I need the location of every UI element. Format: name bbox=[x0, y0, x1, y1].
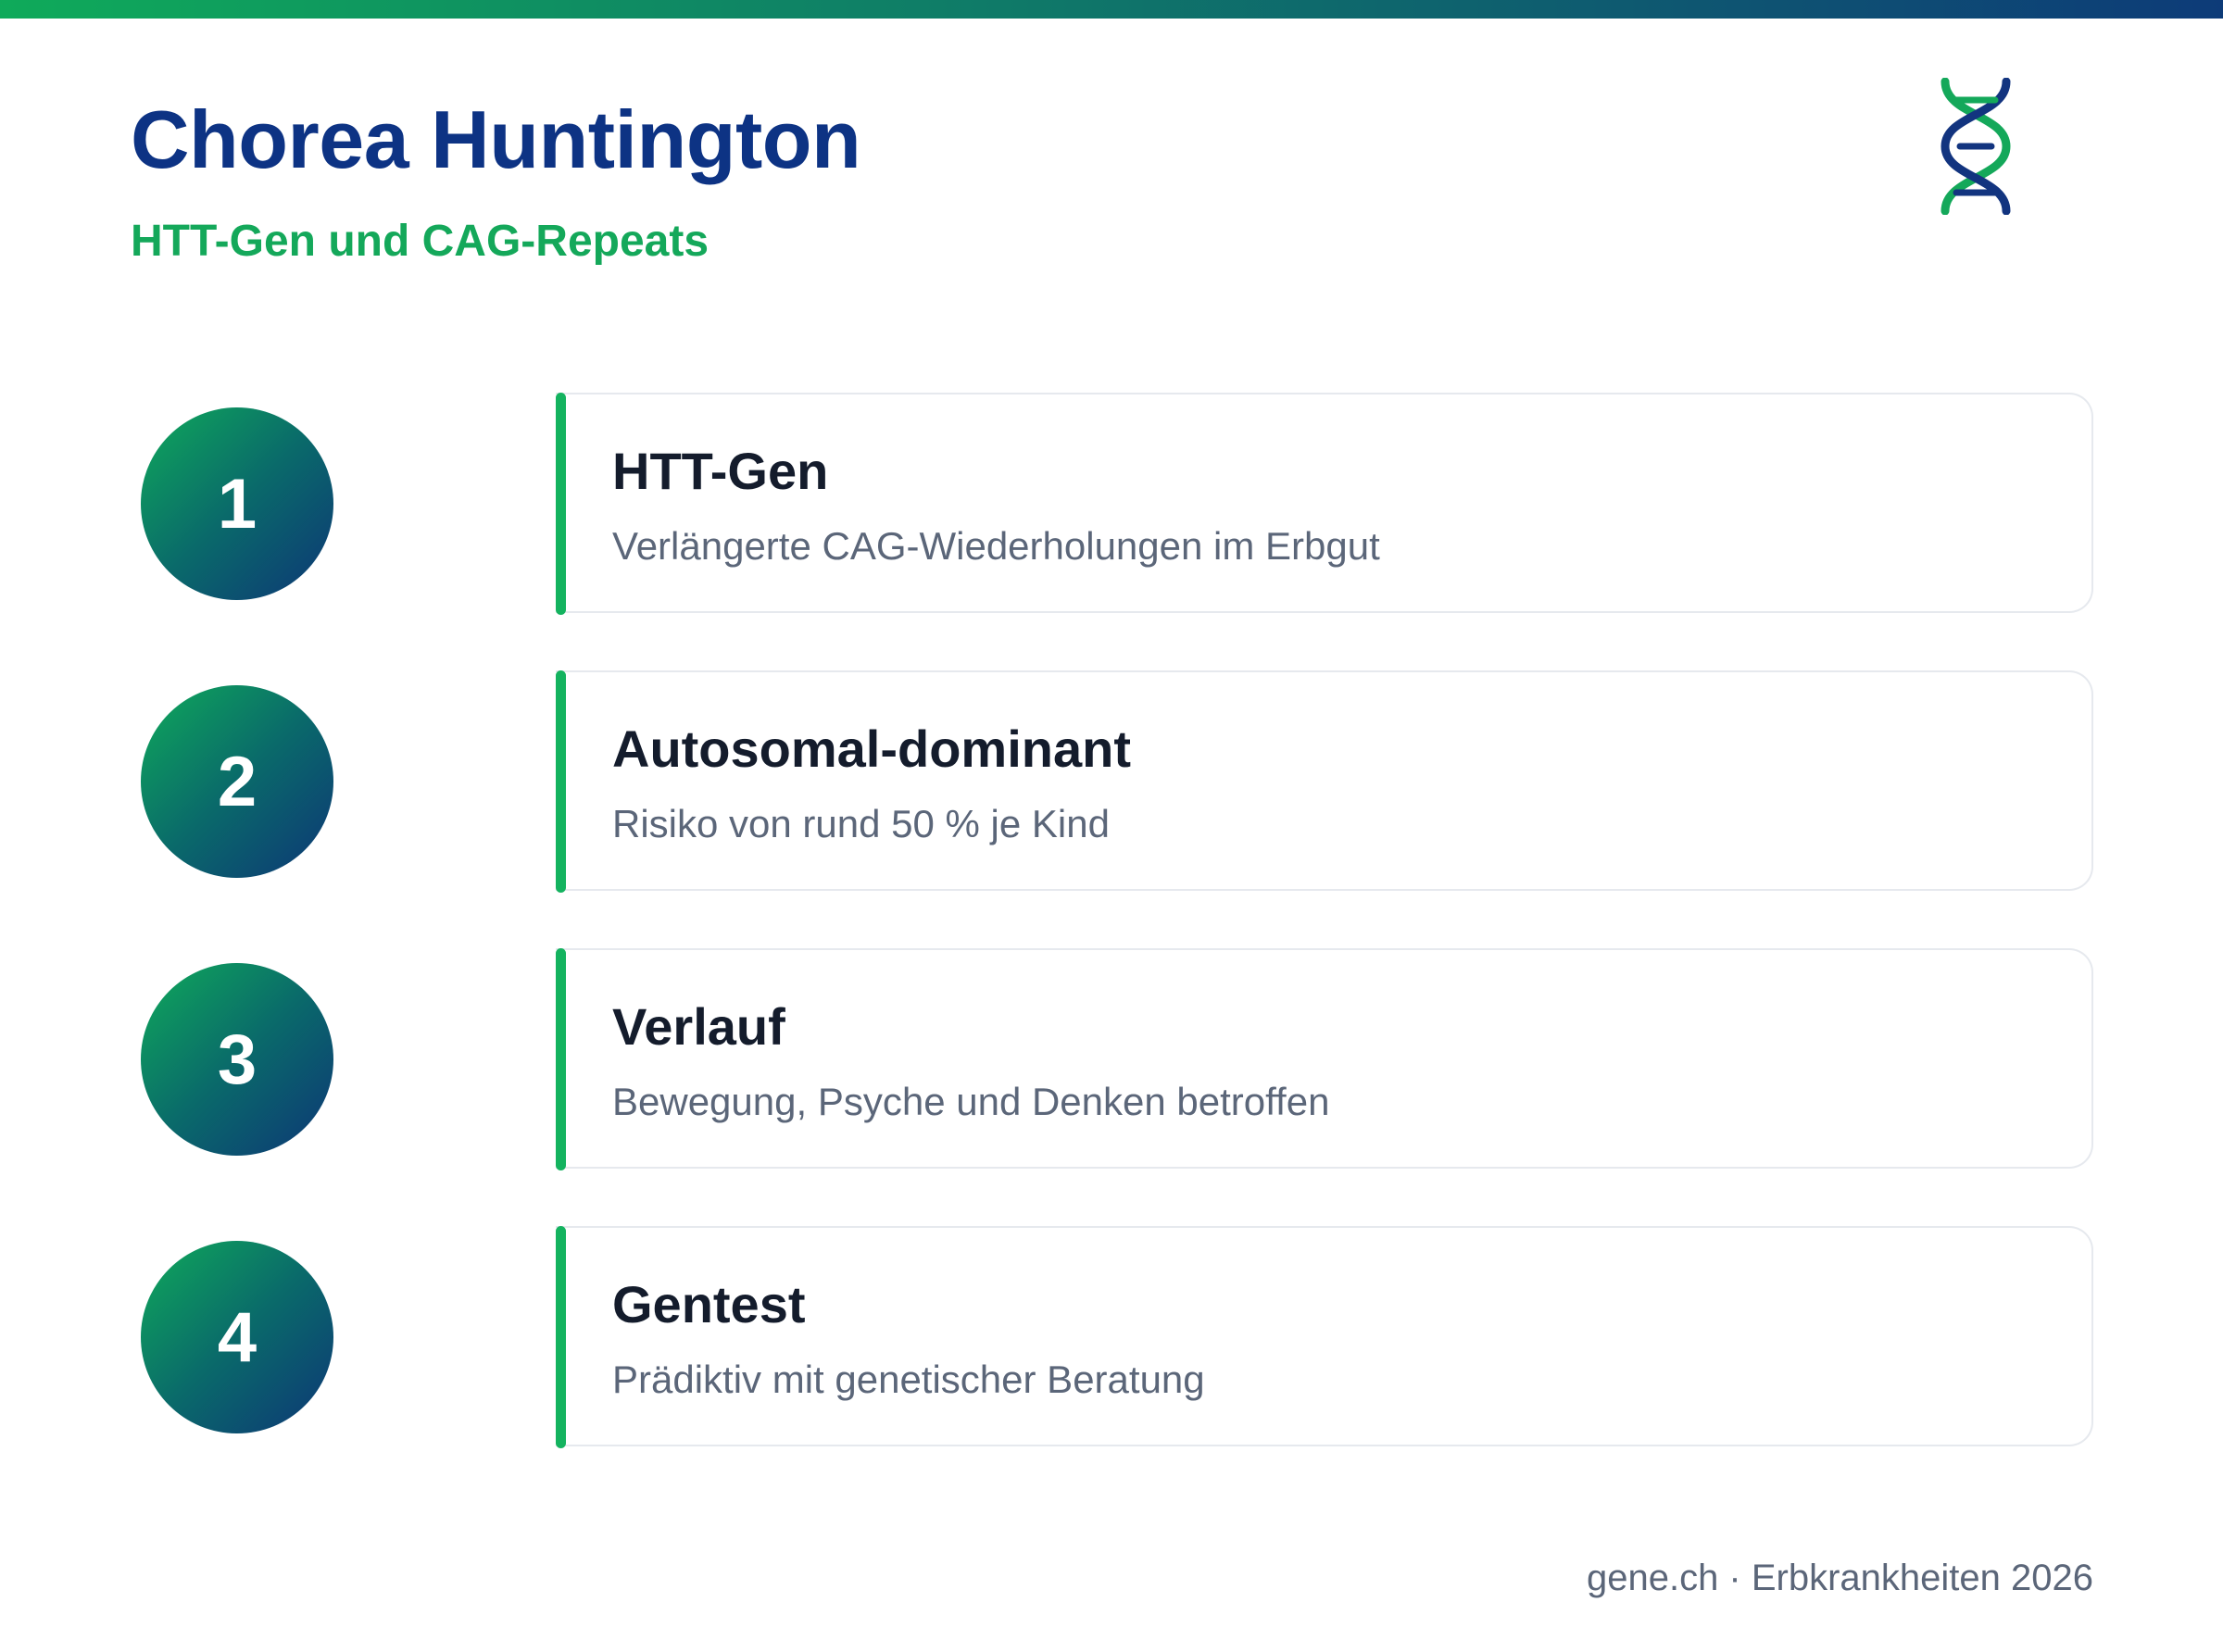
step-item: 2 Autosomal-dominant Risiko von rund 50 … bbox=[0, 670, 2223, 893]
page-subtitle: HTT-Gen und CAG-Repeats bbox=[131, 217, 710, 266]
step-accent-bar bbox=[556, 393, 566, 615]
step-card bbox=[556, 1226, 2093, 1446]
step-accent-bar bbox=[556, 670, 566, 893]
step-item: 1 HTT-Gen Verlängerte CAG-Wiederholungen… bbox=[0, 393, 2223, 615]
step-title: Verlauf bbox=[612, 997, 785, 1056]
step-title: Autosomal-dominant bbox=[612, 720, 1131, 778]
step-number-badge: 4 bbox=[141, 1241, 333, 1433]
step-description: Bewegung, Psyche und Denken betroffen bbox=[612, 1080, 1330, 1123]
step-number-badge: 1 bbox=[141, 407, 333, 600]
dna-icon bbox=[1940, 78, 2011, 215]
step-item: 3 Verlauf Bewegung, Psyche und Denken be… bbox=[0, 948, 2223, 1170]
step-title: HTT-Gen bbox=[612, 442, 829, 500]
step-card bbox=[556, 948, 2093, 1169]
step-description: Verlängerte CAG-Wiederholungen im Erbgut bbox=[612, 524, 1380, 568]
step-accent-bar bbox=[556, 1226, 566, 1448]
step-item: 4 Gentest Prädiktiv mit genetischer Bera… bbox=[0, 1226, 2223, 1448]
step-card bbox=[556, 393, 2093, 613]
footer-credit: gene.ch · Erbkrankheiten 2026 bbox=[1586, 1558, 2093, 1598]
step-number-badge: 2 bbox=[141, 685, 333, 878]
page-title: Chorea Huntington bbox=[131, 94, 861, 185]
step-number-badge: 3 bbox=[141, 963, 333, 1156]
step-card bbox=[556, 670, 2093, 891]
step-description: Prädiktiv mit genetischer Beratung bbox=[612, 1358, 1205, 1401]
step-description: Risiko von rund 50 % je Kind bbox=[612, 802, 1110, 845]
top-gradient-bar bbox=[0, 0, 2223, 19]
step-accent-bar bbox=[556, 948, 566, 1170]
step-title: Gentest bbox=[612, 1275, 806, 1333]
